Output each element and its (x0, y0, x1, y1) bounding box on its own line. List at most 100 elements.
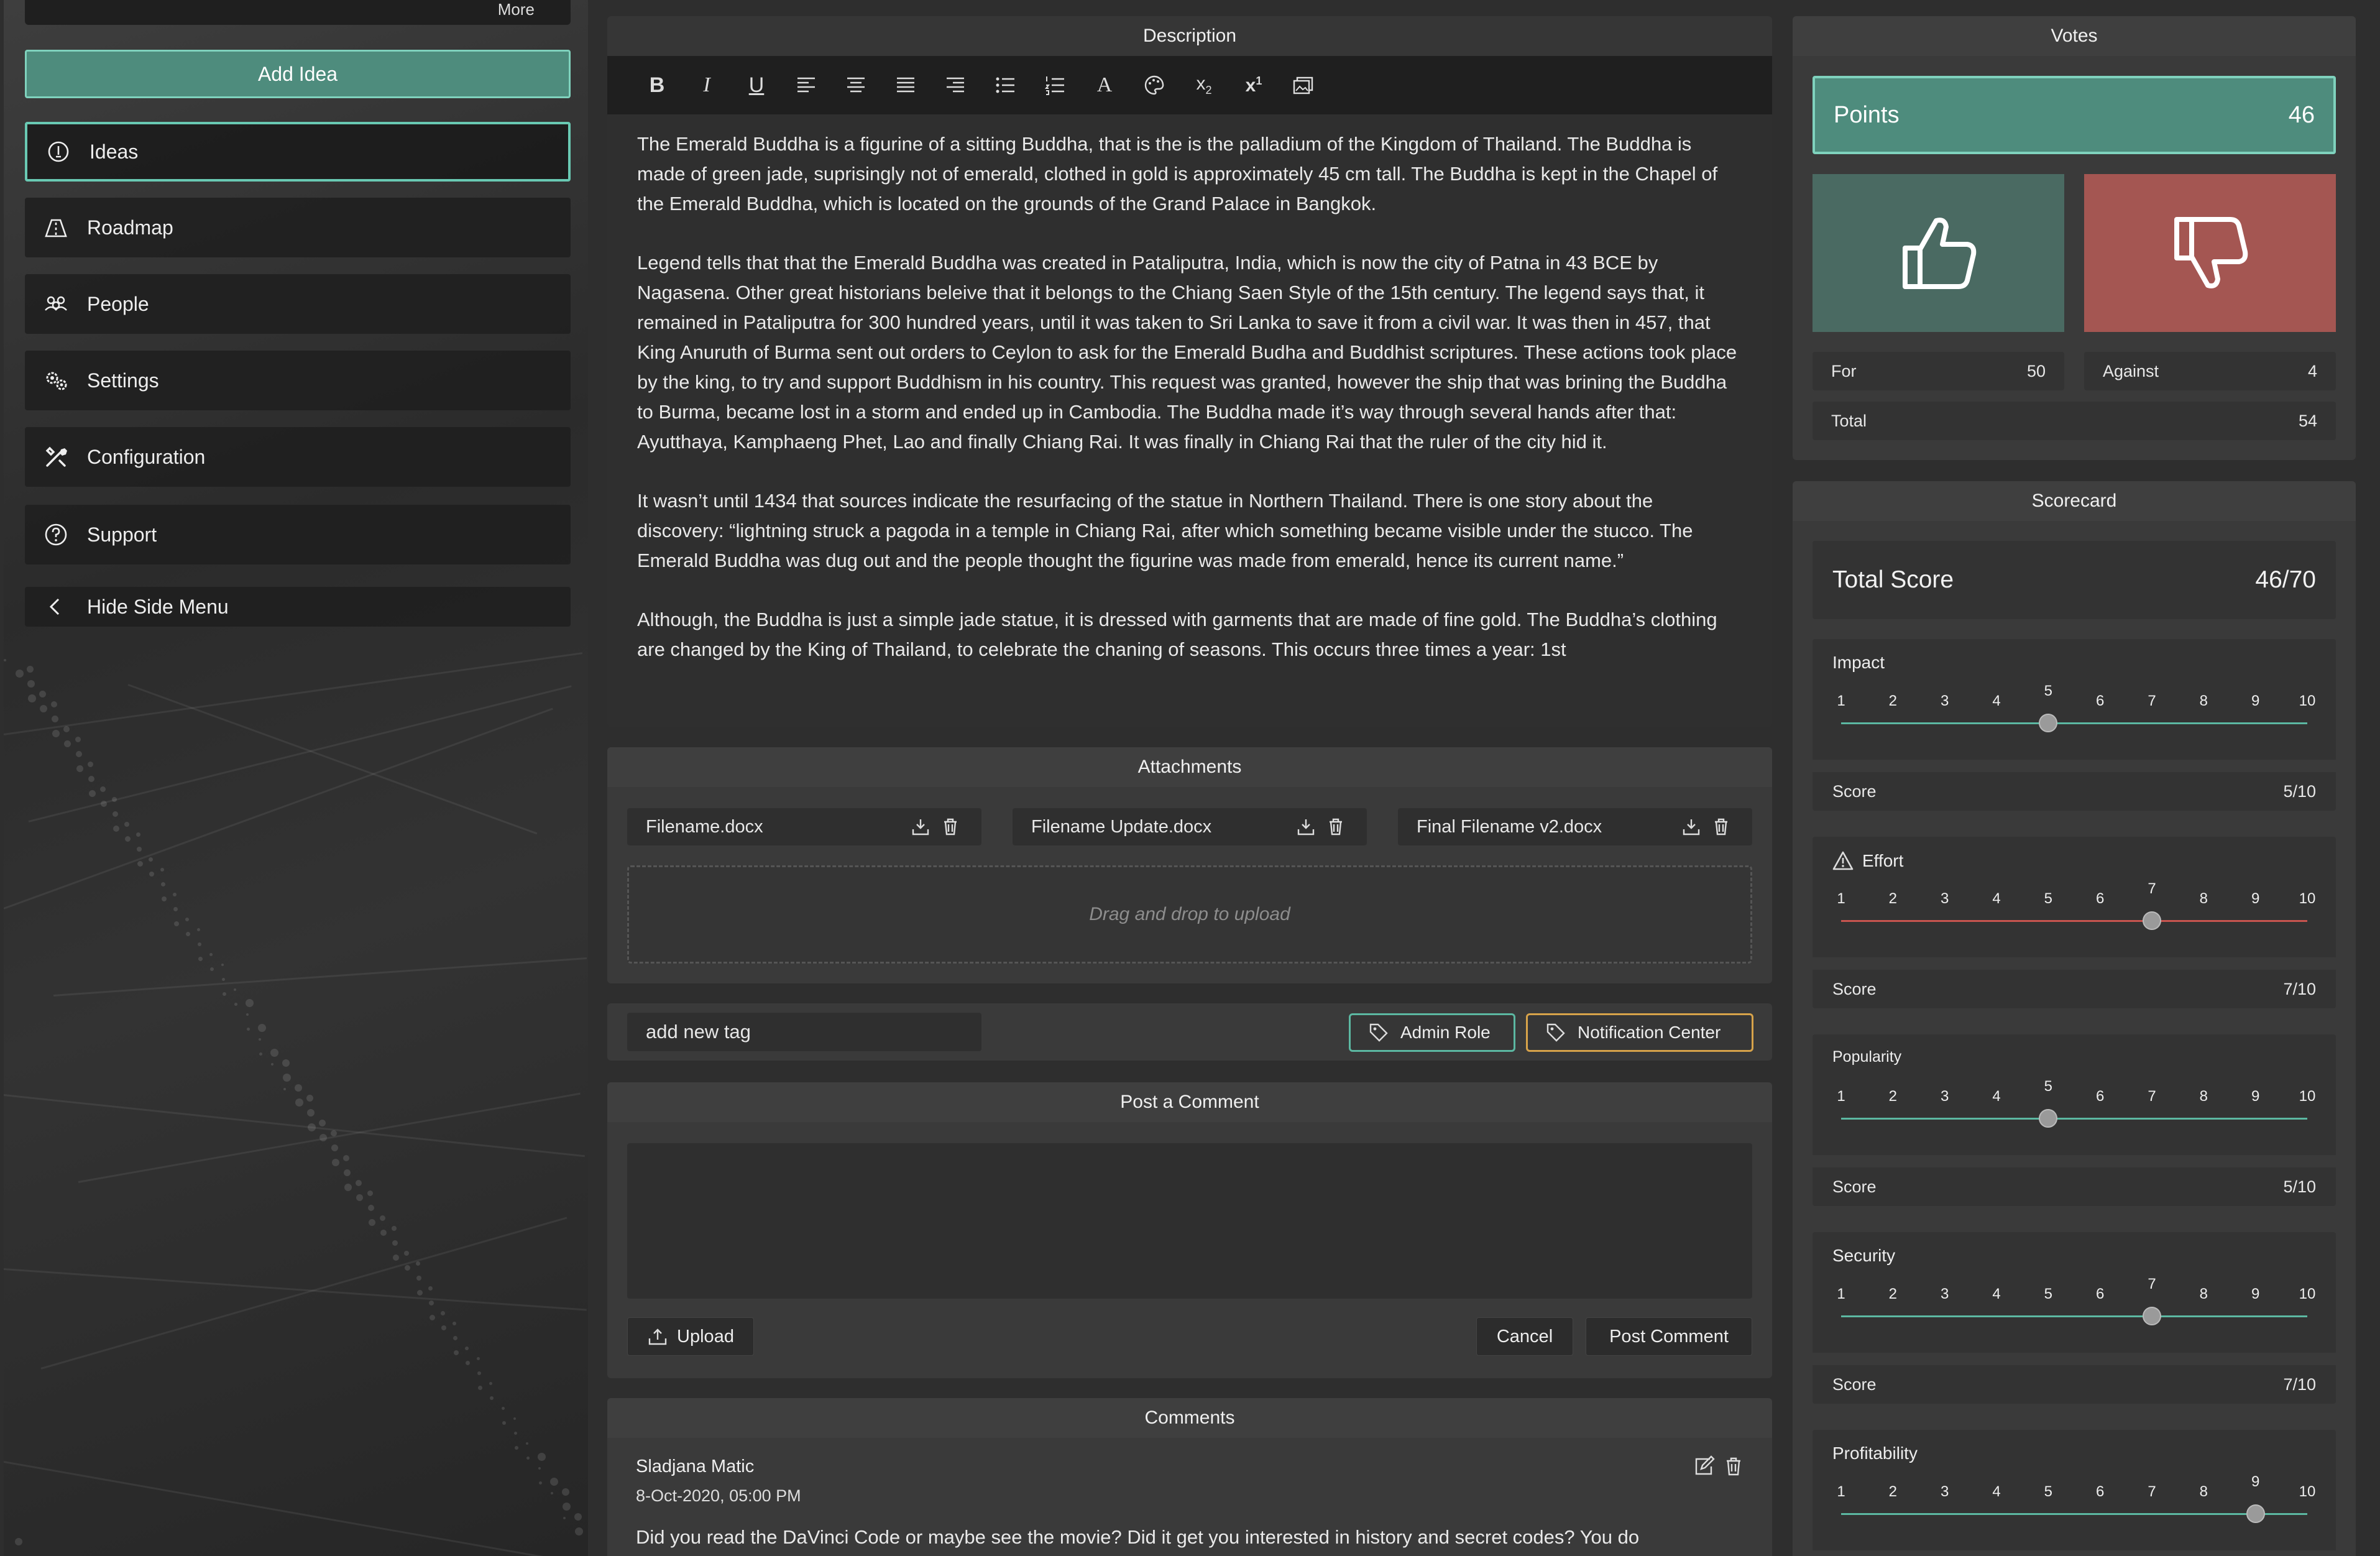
texture-speck (416, 1261, 420, 1266)
comment-actions (1693, 1455, 1745, 1478)
comment-textarea[interactable] (627, 1143, 1752, 1299)
align-justify-button[interactable] (881, 63, 930, 107)
slider-track[interactable] (1841, 722, 2307, 724)
download-icon[interactable] (1679, 814, 1704, 839)
file-list: Filename.docx Filename Update.docx Final… (627, 808, 1752, 845)
texture-speck (185, 918, 189, 921)
download-icon[interactable] (908, 814, 933, 839)
post-comment-button[interactable]: Post Comment (1586, 1317, 1752, 1356)
more-label[interactable]: More (498, 0, 535, 19)
slider-handle[interactable] (2246, 1504, 2265, 1523)
align-left-button[interactable] (781, 63, 831, 107)
trash-icon[interactable] (1323, 814, 1348, 839)
slider-track[interactable] (1841, 920, 2307, 922)
subscript-button[interactable]: x2 (1179, 63, 1229, 107)
texture-speck (429, 1301, 434, 1305)
slider-tick-label: 4 (1992, 693, 2001, 709)
slider-track[interactable] (1841, 1513, 2307, 1515)
texture-speck (563, 1503, 571, 1511)
more-bar[interactable]: More (25, 0, 571, 25)
align-right-button[interactable] (930, 63, 980, 107)
votes-for-stat: For 50 (1813, 352, 2064, 390)
tag-notification-center[interactable]: Notification Center (1526, 1013, 1753, 1052)
sidebar-item-settings[interactable]: Settings (25, 351, 571, 410)
post-comment-title: Post a Comment (607, 1082, 1772, 1122)
vote-for-button[interactable] (1813, 174, 2064, 332)
upload-dropzone[interactable]: Drag and drop to upload (627, 865, 1752, 964)
sidebar-item-roadmap[interactable]: Roadmap (25, 198, 571, 257)
texture-speck (52, 716, 58, 722)
image-button[interactable] (1279, 63, 1328, 107)
comment-author: Sladjana Matic (636, 1457, 755, 1476)
color-button[interactable] (1129, 63, 1179, 107)
comments-panel: Comments Sladjana Matic 8-Oct-2020, 05:0… (607, 1398, 1772, 1556)
slider-scale: 1 2 3 4 5 6 7 8 9 10 (1829, 1473, 2320, 1502)
texture-speck (137, 861, 143, 867)
tag-admin-role[interactable]: Admin Role (1349, 1013, 1515, 1052)
slider-handle[interactable] (2039, 1109, 2058, 1128)
criterion-effort: Effort 1 2 3 4 5 6 7 8 9 10 Score 7/10 (1813, 837, 2336, 1013)
criterion-security: Security 1 2 3 4 5 6 7 8 9 10 Score 7/10 (1813, 1232, 2336, 1409)
texture-speck (344, 1184, 352, 1191)
font-button[interactable]: A (1080, 63, 1129, 107)
bullet-list-button[interactable] (980, 63, 1030, 107)
texture-speck (4, 659, 6, 661)
trash-icon[interactable] (938, 814, 963, 839)
slider-handle[interactable] (2143, 1307, 2161, 1325)
sidebar-item-ideas[interactable]: Ideas (25, 122, 571, 182)
texture-speck (112, 797, 117, 802)
texture-speck (539, 1481, 542, 1485)
votes-panel: Votes Points 46 For 50 Against 4 Total 5… (1793, 16, 2356, 460)
trash-icon[interactable] (1722, 1455, 1745, 1478)
sidebar-item-people[interactable]: People (25, 274, 571, 334)
edit-icon[interactable] (1693, 1455, 1715, 1478)
slider-tick-label: 6 (2095, 693, 2105, 709)
votes-total-stat: Total 54 (1813, 402, 2336, 440)
comment-text: Did you read the DaVinci Code or maybe s… (636, 1526, 1640, 1548)
numbered-list-button[interactable] (1030, 63, 1080, 107)
trash-icon[interactable] (1709, 814, 1734, 839)
texture-speck (27, 666, 34, 673)
tag-input[interactable]: add new tag (627, 1013, 981, 1051)
vote-against-button[interactable] (2084, 174, 2336, 332)
points-card: Points 46 (1813, 76, 2336, 154)
hide-side-menu-button[interactable]: Hide Side Menu (25, 587, 571, 627)
slider-handle[interactable] (2143, 911, 2161, 930)
slider-handle[interactable] (2039, 714, 2058, 732)
italic-button[interactable]: I (682, 63, 732, 107)
bold-button[interactable]: B (632, 63, 682, 107)
texture-speck (368, 1205, 374, 1211)
slider-track[interactable] (1841, 1315, 2307, 1317)
slider-tick-label: 2 (1888, 890, 1897, 907)
texture-speck (477, 1371, 481, 1375)
add-idea-button[interactable]: Add Idea (25, 50, 571, 98)
sidebar-item-label: Roadmap (87, 216, 173, 239)
criterion-name: Popularity (1832, 1048, 1901, 1066)
slider-track[interactable] (1841, 1118, 2307, 1120)
slider-tick-label: 3 (1940, 1088, 1949, 1105)
sidebar-item-configuration[interactable]: Configuration (25, 427, 571, 487)
upload-label: Upload (677, 1326, 734, 1347)
criterion-slider-card: Effort 1 2 3 4 5 6 7 8 9 10 (1813, 837, 2336, 957)
texture-speck (465, 1347, 469, 1350)
slider-tick-label: 5 (2044, 1483, 2052, 1500)
comment-date: 8-Oct-2020, 05:00 PM (636, 1486, 801, 1505)
slider-tick-label: 8 (2199, 890, 2208, 907)
slider-tick-label: 1 (1837, 890, 1845, 907)
cancel-button[interactable]: Cancel (1476, 1317, 1573, 1356)
underline-button[interactable]: U (732, 63, 781, 107)
align-center-button[interactable] (831, 63, 881, 107)
description-text[interactable]: The Emerald Buddha is a figurine of a si… (607, 114, 1772, 665)
tag-icon (1369, 1023, 1388, 1042)
superscript-button[interactable]: x1 (1229, 63, 1279, 107)
file-name[interactable]: Filename Update.docx (1031, 817, 1289, 837)
file-name[interactable]: Final Filename v2.docx (1417, 817, 1674, 837)
file-name[interactable]: Filename.docx (646, 817, 903, 837)
download-icon[interactable] (1293, 814, 1318, 839)
sidebar-item-support[interactable]: Support (25, 505, 571, 564)
tag-label: Notification Center (1578, 1023, 1721, 1042)
texture-speck (258, 1024, 266, 1032)
texture-speck (526, 1442, 528, 1445)
upload-button[interactable]: Upload (627, 1317, 754, 1356)
slider-tick-label: 8 (2199, 1088, 2208, 1105)
